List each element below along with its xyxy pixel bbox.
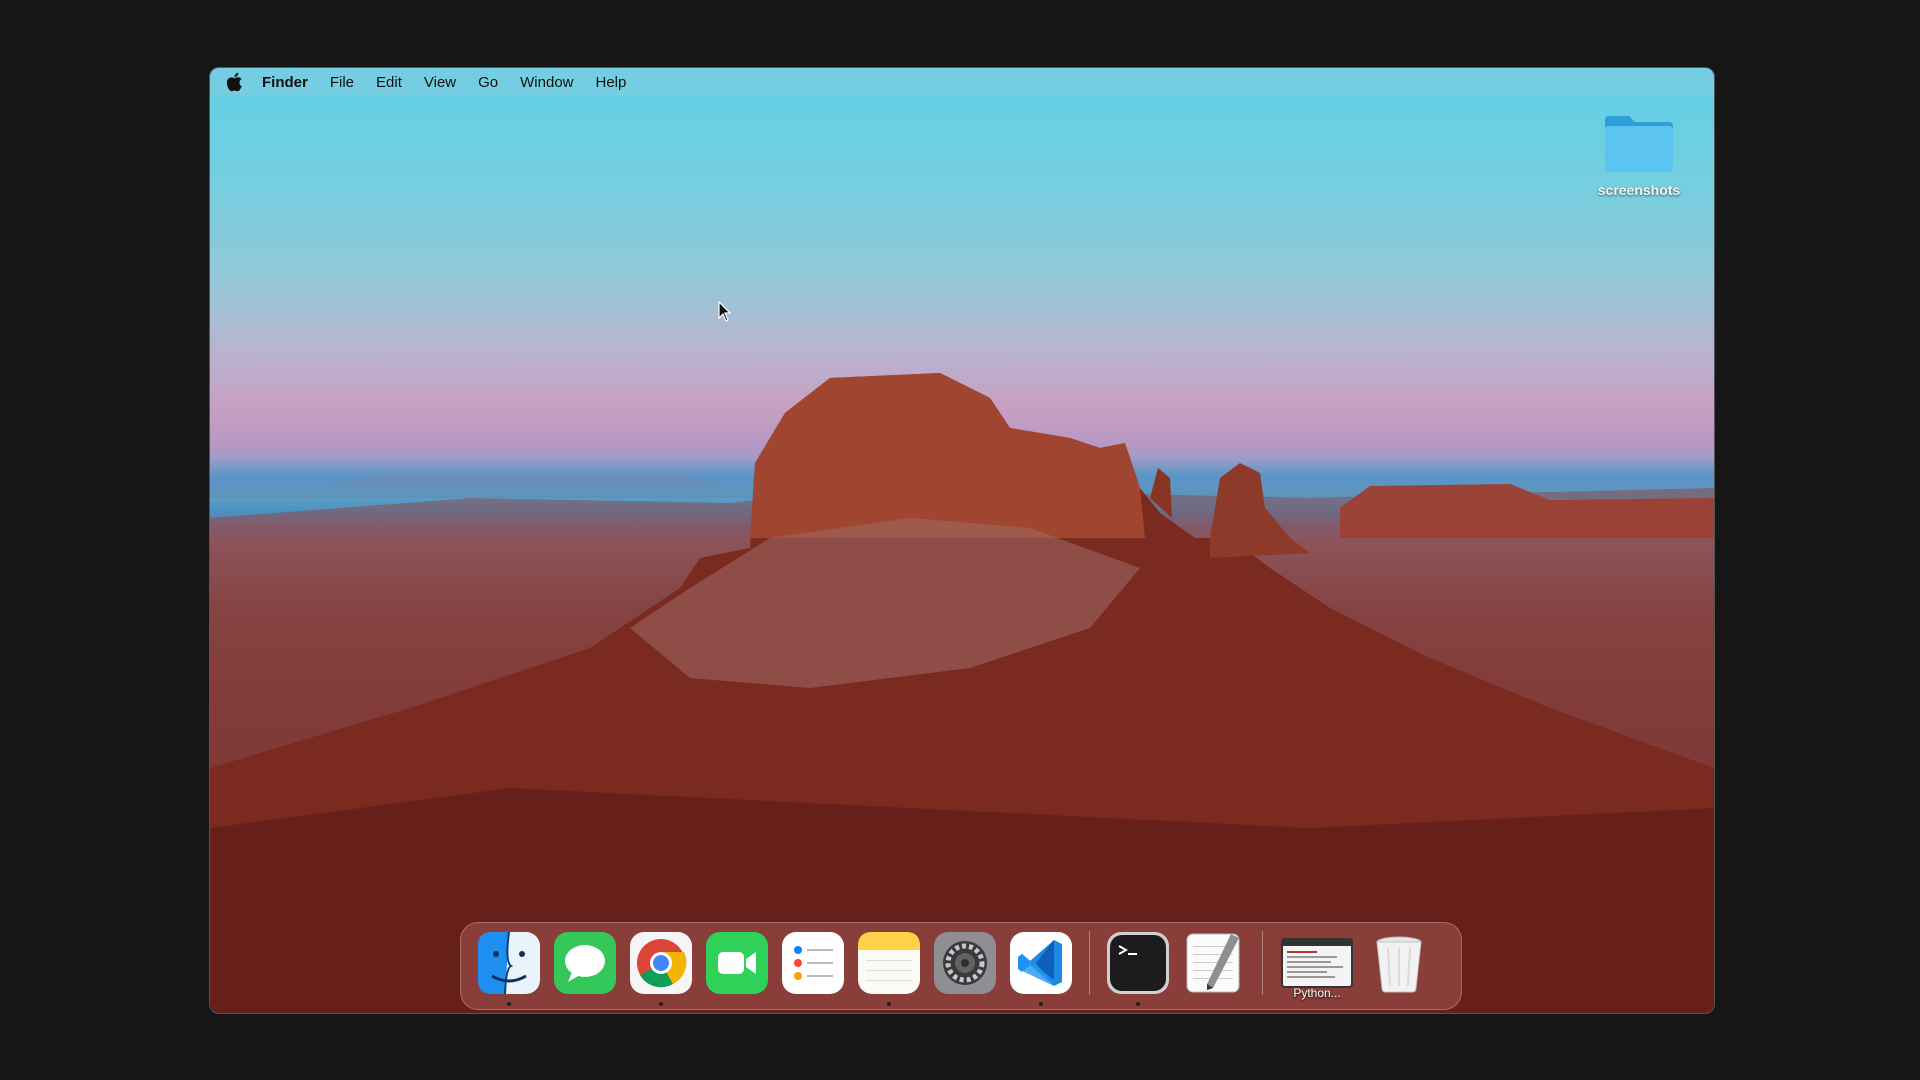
folder-label: screenshots xyxy=(1597,182,1681,198)
dock-minimized-window[interactable]: Python... xyxy=(1280,932,1354,1000)
wallpaper-mesa xyxy=(210,373,1714,1013)
menu-bar: Finder File Edit View Go Window Help xyxy=(210,68,1714,96)
desktop-screen: Finder File Edit View Go Window Help scr… xyxy=(209,67,1715,1014)
finder-icon xyxy=(478,932,540,994)
running-indicator xyxy=(659,1002,663,1006)
menu-view[interactable]: View xyxy=(424,74,456,91)
vscode-icon xyxy=(1010,932,1072,994)
folder-icon xyxy=(1605,116,1673,172)
messages-icon xyxy=(554,932,616,994)
dock-system-settings[interactable] xyxy=(934,932,996,994)
dock: Python... xyxy=(460,922,1462,1010)
dock-messages[interactable] xyxy=(554,932,616,994)
menu-edit[interactable]: Edit xyxy=(376,74,402,91)
running-indicator xyxy=(887,1002,891,1006)
minimized-window-label: Python... xyxy=(1293,986,1341,1000)
dock-finder[interactable] xyxy=(478,932,540,1006)
dock-trash[interactable] xyxy=(1368,932,1430,994)
running-indicator xyxy=(1039,1002,1043,1006)
apple-logo-icon[interactable] xyxy=(224,71,246,93)
menu-go[interactable]: Go xyxy=(478,74,498,91)
running-indicator xyxy=(507,1002,511,1006)
dock-vscode[interactable] xyxy=(1010,932,1072,1006)
trash-icon xyxy=(1376,936,1422,993)
menu-app-name[interactable]: Finder xyxy=(262,74,308,91)
dock-textedit[interactable] xyxy=(1183,932,1245,994)
dock-separator xyxy=(1089,931,1090,995)
dock-notes[interactable] xyxy=(858,932,920,1006)
chrome-icon xyxy=(630,932,692,994)
notes-icon xyxy=(858,932,920,994)
dock-facetime[interactable] xyxy=(706,932,768,994)
menu-window[interactable]: Window xyxy=(520,74,573,91)
running-indicator xyxy=(1136,1002,1140,1006)
reminders-icon xyxy=(782,932,844,994)
menu-help[interactable]: Help xyxy=(596,74,627,91)
mouse-cursor-icon xyxy=(718,301,732,322)
textedit-icon xyxy=(1186,933,1240,993)
desktop-folder-screenshots[interactable]: screenshots xyxy=(1584,112,1694,198)
dock-chrome[interactable] xyxy=(630,932,692,1006)
settings-gear-icon xyxy=(934,932,996,994)
facetime-icon xyxy=(706,932,768,994)
dock-separator xyxy=(1262,931,1263,995)
menu-file[interactable]: File xyxy=(330,74,354,91)
dock-reminders[interactable] xyxy=(782,932,844,994)
dock-terminal[interactable] xyxy=(1107,932,1169,1006)
terminal-icon xyxy=(1107,932,1169,994)
window-thumbnail-icon xyxy=(1281,938,1353,988)
